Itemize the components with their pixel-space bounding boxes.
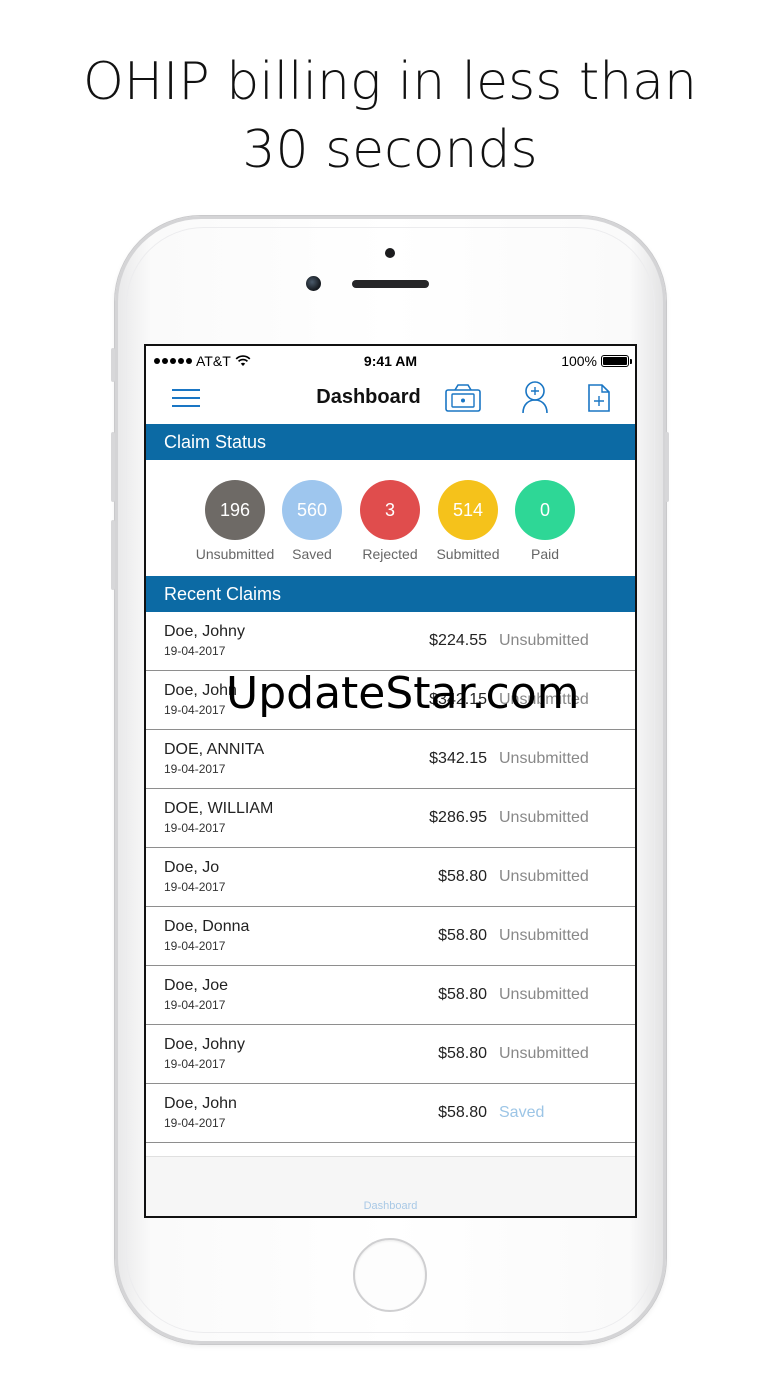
claim-amount: $342.15 [429, 750, 487, 767]
page-title: Dashboard [316, 386, 421, 408]
claim-row[interactable]: DOE, ANNITA 19-04-2017 $342.15 Unsubmitt… [146, 730, 635, 789]
stat-saved[interactable]: 560 Saved [268, 480, 356, 562]
stat-label: Unsubmitted [195, 546, 275, 562]
earpiece-speaker [352, 280, 429, 288]
app-screen: AT&T 9:41 AM 100% Dashboard Claim Status… [144, 344, 637, 1218]
claim-amount: $58.80 [438, 986, 487, 1003]
front-camera [306, 276, 321, 291]
add-patient-icon[interactable] [521, 380, 549, 414]
claim-status: Unsubmitted [499, 927, 589, 944]
claim-amount: $58.80 [438, 927, 487, 944]
mute-switch [111, 348, 115, 382]
claim-date: 19-04-2017 [164, 939, 226, 953]
volume-down-button [111, 520, 115, 590]
claim-patient-name: DOE, ANNITA [164, 741, 265, 758]
camera-icon[interactable] [445, 384, 481, 412]
stat-submitted[interactable]: 514 Submitted [424, 480, 512, 562]
claim-amount: $58.80 [438, 1104, 487, 1121]
stat-rejected[interactable]: 3 Rejected [346, 480, 434, 562]
watermark-text: UpdateStar.com [226, 668, 580, 719]
claim-amount: $286.95 [429, 809, 487, 826]
claim-status: Unsubmitted [499, 868, 589, 885]
stat-label: Rejected [362, 546, 418, 562]
stat-circle: 0 [515, 480, 575, 540]
claim-status: Unsubmitted [499, 632, 589, 649]
claim-status-header: Claim Status [146, 424, 635, 460]
battery-icon [601, 355, 632, 367]
stat-circle: 196 [205, 480, 265, 540]
claim-patient-name: DOE, WILLIAM [164, 800, 274, 817]
tab-bar: Dashboard [146, 1156, 635, 1216]
claim-patient-name: Doe, John [164, 1095, 237, 1112]
recent-claims-header: Recent Claims [146, 576, 635, 612]
claim-row[interactable]: Doe, John 19-04-2017 $58.80 Saved [146, 1084, 635, 1143]
claim-row[interactable]: Doe, Johny 19-04-2017 $58.80 Unsubmitted [146, 1025, 635, 1084]
volume-up-button [111, 432, 115, 502]
claim-patient-name: Doe, Johny [164, 623, 245, 640]
stat-label: Submitted [436, 546, 500, 562]
claim-date: 19-04-2017 [164, 762, 226, 776]
home-button[interactable] [353, 1238, 427, 1312]
claim-amount: $58.80 [438, 868, 487, 885]
claim-row[interactable]: Doe, Johny 19-04-2017 $224.55 Unsubmitte… [146, 612, 635, 671]
claim-date: 19-04-2017 [164, 998, 226, 1012]
claim-status: Unsubmitted [499, 986, 589, 1003]
tab-dashboard[interactable]: Dashboard [146, 1200, 635, 1212]
claim-status: Unsubmitted [499, 809, 589, 826]
claim-amount: $58.80 [438, 1045, 487, 1062]
stat-label: Saved [292, 546, 332, 562]
claim-row[interactable]: DOE, WILLIAM 19-04-2017 $286.95 Unsubmit… [146, 789, 635, 848]
claim-patient-name: Doe, Johny [164, 1036, 245, 1053]
nav-bar: Dashboard [146, 374, 635, 424]
stat-circle: 3 [360, 480, 420, 540]
claim-status: Unsubmitted [499, 750, 589, 767]
claim-date: 19-04-2017 [164, 1116, 226, 1130]
stat-paid[interactable]: 0 Paid [501, 480, 589, 562]
menu-icon[interactable] [172, 388, 200, 408]
new-claim-icon[interactable] [588, 384, 610, 412]
headline-line-2: 30 seconds [242, 120, 538, 180]
claim-row[interactable]: Doe, Joe 19-04-2017 $58.80 Unsubmitted [146, 966, 635, 1025]
claim-patient-name: Doe, Jo [164, 859, 220, 876]
claim-date: 19-04-2017 [164, 880, 226, 894]
claim-status-summary: 196 Unsubmitted 560 Saved 3 Rejected 514… [146, 480, 635, 576]
status-bar: AT&T 9:41 AM 100% [146, 346, 635, 374]
stat-label: Paid [530, 546, 560, 562]
claim-date: 19-04-2017 [164, 644, 226, 658]
claim-patient-name: Doe, Joe [164, 977, 229, 994]
headline: OHIP billing in less than 30 seconds [0, 48, 780, 184]
claim-patient-name: Doe, Donna [164, 918, 250, 935]
claim-row[interactable]: Doe, Jo 19-04-2017 $58.80 Unsubmitted [146, 848, 635, 907]
claim-row[interactable]: Doe, Donna 19-04-2017 $58.80 Unsubmitted [146, 907, 635, 966]
claim-date: 19-04-2017 [164, 821, 226, 835]
stat-unsubmitted[interactable]: 196 Unsubmitted [191, 480, 279, 562]
stat-circle: 560 [282, 480, 342, 540]
claim-status: Saved [499, 1104, 545, 1121]
stat-circle: 514 [438, 480, 498, 540]
headline-line-1: OHIP billing in less than [83, 52, 697, 112]
power-button [665, 432, 669, 502]
claim-date: 19-04-2017 [164, 703, 226, 717]
claim-amount: $224.55 [429, 632, 487, 649]
claim-date: 19-04-2017 [164, 1057, 226, 1071]
proximity-sensor [385, 248, 395, 258]
claim-status: Unsubmitted [499, 1045, 589, 1062]
battery-percent: 100% [561, 353, 597, 369]
